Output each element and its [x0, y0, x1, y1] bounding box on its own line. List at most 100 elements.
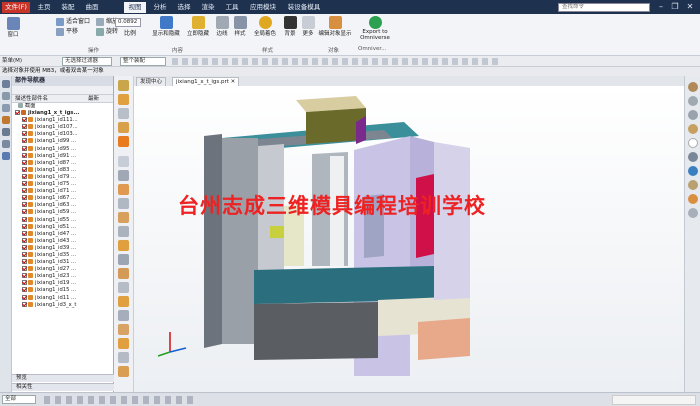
pan-button[interactable]: 平移: [56, 27, 78, 37]
checkbox[interactable]: [22, 216, 27, 222]
checkbox[interactable]: [22, 280, 27, 286]
ime-toolbar[interactable]: [612, 395, 696, 405]
component-row[interactable]: jixiang1_id59 ...: [12, 209, 113, 216]
component-row[interactable]: jixiang1_id39 ...: [12, 244, 113, 252]
part-navigator-icon[interactable]: [2, 80, 10, 88]
checkbox[interactable]: [22, 202, 27, 208]
global-shading-button[interactable]: 全局着色: [250, 16, 280, 37]
component-row[interactable]: jixiang1_id55 ...: [12, 216, 113, 224]
component-row[interactable]: jixiang1_id31 ...: [12, 259, 113, 266]
checkbox[interactable]: [22, 273, 27, 279]
checkbox[interactable]: [22, 152, 27, 158]
palette-icon[interactable]: [688, 180, 698, 190]
tool-icon[interactable]: [118, 268, 129, 279]
menu-tab-applications[interactable]: 应用模块: [246, 2, 280, 13]
checkbox[interactable]: [22, 131, 27, 137]
checkbox[interactable]: [22, 117, 27, 123]
component-row[interactable]: jixiang1_id99 ...: [12, 138, 113, 145]
tool-icon[interactable]: [118, 170, 129, 181]
component-row[interactable]: jixiang1_id63 ...: [12, 202, 113, 209]
tool-icon[interactable]: [118, 80, 129, 91]
tool-icon[interactable]: [118, 324, 129, 335]
tool-icon[interactable]: [118, 108, 129, 119]
component-row[interactable]: jixiang1_id35 ...: [12, 251, 113, 259]
component-row[interactable]: jixiang1_id47 ...: [12, 230, 113, 238]
component-row[interactable]: jixiang1_id87 ...: [12, 159, 113, 167]
checkbox[interactable]: [22, 223, 27, 229]
checkbox[interactable]: [22, 159, 27, 165]
tool-icon[interactable]: [118, 338, 129, 349]
checkbox[interactable]: [22, 195, 27, 201]
component-row[interactable]: jixiang1_id95 ...: [12, 145, 113, 153]
column-latest[interactable]: 最新: [88, 95, 99, 103]
zoom-value-field[interactable]: 0.0892: [115, 18, 141, 27]
eye-icon[interactable]: [688, 110, 698, 120]
web-browser-icon[interactable]: [2, 140, 10, 148]
more-button[interactable]: 更多: [300, 16, 316, 37]
roles-icon[interactable]: [2, 152, 10, 160]
checkbox[interactable]: [22, 251, 27, 257]
selection-tools[interactable]: [172, 58, 502, 65]
column-name[interactable]: 描述性部件名: [15, 96, 48, 102]
menu-tab-analysis[interactable]: 分析: [150, 2, 170, 13]
root-assembly-row[interactable]: jixiang1_x_t_igs...: [12, 110, 113, 117]
tool-icon[interactable]: [118, 254, 129, 265]
edge-button[interactable]: 边线: [214, 16, 230, 37]
tool-icon[interactable]: [118, 226, 129, 237]
globe-icon[interactable]: [688, 166, 698, 176]
navigator-toolbar[interactable]: [12, 86, 113, 94]
component-row[interactable]: jixiang1_id43 ...: [12, 237, 113, 245]
component-row[interactable]: jixiang1_id51 ...: [12, 223, 113, 231]
history-icon[interactable]: [688, 82, 698, 92]
checkbox[interactable]: [22, 188, 27, 194]
snap-point-tools[interactable]: [44, 396, 194, 404]
minimize-icon[interactable]: –: [654, 2, 668, 12]
component-row[interactable]: jixiang1_id27 ...: [12, 266, 113, 273]
component-row[interactable]: jixiang1_id107...: [12, 124, 113, 131]
type-filter-dropdown[interactable]: 全部: [2, 395, 36, 404]
history-icon[interactable]: [2, 128, 10, 136]
menu-tab-mold-wizard[interactable]: 装设备模具: [284, 2, 324, 13]
tool-icon[interactable]: [118, 94, 129, 105]
instant-hide-button[interactable]: 立即隐藏: [184, 16, 212, 37]
menu-tab-assembly[interactable]: 装配: [58, 2, 78, 13]
checkbox[interactable]: [22, 237, 27, 243]
pencil-icon[interactable]: [688, 194, 698, 204]
scale-button[interactable]: 比例: [124, 29, 136, 39]
tool-icon[interactable]: [118, 282, 129, 293]
menu-tab-surface[interactable]: 曲面: [82, 2, 102, 13]
checkbox[interactable]: [15, 110, 20, 116]
checkbox[interactable]: [22, 287, 27, 293]
checkbox[interactable]: [22, 124, 27, 130]
export-omniverse-button[interactable]: Export to Omniverse: [358, 16, 392, 41]
tool-icon[interactable]: [118, 310, 129, 321]
checkbox[interactable]: [22, 294, 27, 300]
command-search-input[interactable]: 查找命令: [558, 3, 650, 12]
grid-icon[interactable]: [688, 152, 698, 162]
checkbox[interactable]: [22, 230, 27, 236]
menu-tab-file[interactable]: 文件(F): [2, 2, 30, 13]
rotate-button[interactable]: 旋转: [96, 27, 118, 37]
tab-discovery-center[interactable]: 发现中心: [136, 77, 167, 86]
magnifier-icon[interactable]: [688, 96, 698, 106]
restore-icon[interactable]: ❐: [668, 2, 682, 12]
fit-window-button[interactable]: 适合窗口: [56, 17, 90, 27]
menu-tab-select[interactable]: 选择: [174, 2, 194, 13]
checkbox[interactable]: [22, 266, 27, 272]
component-row[interactable]: jixiang1_id15 ...: [12, 287, 113, 294]
tab-part-file[interactable]: jixiang1_x_t_igs.prt ✕: [172, 77, 240, 86]
checkbox[interactable]: [22, 181, 27, 187]
checkbox[interactable]: [22, 209, 27, 215]
graphics-window[interactable]: [134, 86, 684, 392]
tool-icon[interactable]: [118, 136, 129, 147]
tool-icon[interactable]: [118, 156, 129, 167]
menu-tab-render[interactable]: 渲染: [198, 2, 218, 13]
checkbox[interactable]: [22, 145, 27, 151]
tool-icon[interactable]: [118, 212, 129, 223]
menu-tab-view[interactable]: 视图: [124, 2, 146, 13]
component-row[interactable]: jixiang1_id11 ...: [12, 294, 113, 302]
component-row[interactable]: jixiang1_id67 ...: [12, 195, 113, 202]
component-row[interactable]: jixiang1_id103...: [12, 131, 113, 138]
section-row[interactable]: 截面: [12, 103, 113, 110]
assembly-scope-dropdown[interactable]: 整个装配: [120, 57, 166, 66]
